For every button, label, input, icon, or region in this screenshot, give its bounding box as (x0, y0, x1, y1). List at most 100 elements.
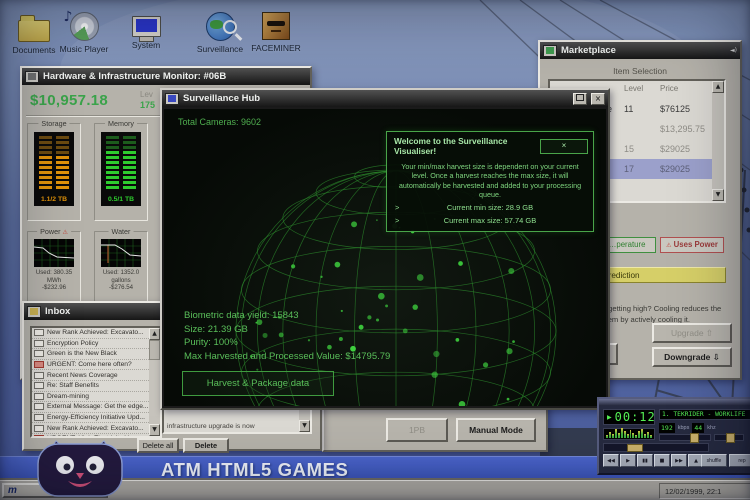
scroll-down-button[interactable]: ▼ (299, 420, 310, 432)
title-bar[interactable]: Marketplace ◄) (540, 42, 740, 59)
cd-music-icon (70, 12, 99, 41)
volume-slider[interactable] (659, 434, 711, 441)
visualizer-bar (627, 434, 629, 438)
list-item[interactable]: Encryption Policy (32, 339, 149, 350)
capacity-segment (106, 156, 119, 159)
list-item[interactable]: Recent News Coverage (32, 370, 149, 381)
samplerate-unit: khz (707, 425, 716, 431)
envelope-icon (34, 372, 44, 379)
list-item[interactable]: Green is the New Black (32, 349, 149, 360)
list-item[interactable]: URGENT: Come here often? (32, 360, 149, 371)
capacity-segment (39, 156, 52, 159)
capacity-segment (106, 176, 119, 179)
desktop-icon-music-player[interactable]: Music Player (52, 12, 116, 54)
list-item[interactable]: Re: Staff Benefits (32, 381, 149, 392)
mode-window: 1PB Manual Mode (322, 404, 548, 452)
water-cost: -$276.54 (95, 284, 147, 292)
scroll-up-button[interactable]: ▲ (712, 81, 724, 93)
desktop-icon-system[interactable]: System (114, 12, 178, 50)
water-used: Used: 1352.0 gallons (95, 269, 147, 284)
desktop-icon-faceminer[interactable]: FACEMINER (244, 12, 308, 53)
player-toggle[interactable]: shuffle (701, 454, 727, 467)
list-item[interactable]: URGENT: High Electricity Usage (32, 434, 149, 436)
player-title-bar[interactable] (599, 399, 750, 406)
level-column-header: Level (624, 84, 660, 93)
capacity-segment (39, 181, 52, 184)
player-button[interactable]: ▮▮ (637, 454, 653, 467)
capacity-segment (123, 141, 136, 144)
list-item[interactable]: Dream-mining (32, 392, 149, 403)
uses-power-tag: ⚠ Uses Power (660, 237, 724, 253)
player-button[interactable]: ◀◀ (603, 454, 619, 467)
screen: Documents Music Player System Surveillan… (0, 0, 750, 500)
transport-controls: ◀◀▶▮▮■▶▶▲ (603, 454, 704, 467)
scroll-down-button[interactable]: ▼ (149, 424, 160, 436)
track-title: 1. TEKRIDER - WORKLIFE (3:4 (659, 409, 750, 420)
title-bar[interactable]: Surveillance Hub × (162, 90, 608, 107)
capacity-segment (39, 186, 52, 189)
scrollbar[interactable]: ▲ ▼ (712, 81, 724, 201)
visualizer-bar (641, 429, 643, 438)
disabled-mode-button[interactable]: 1PB (386, 418, 448, 442)
player-toggle[interactable]: rep (729, 454, 750, 467)
email-subject: New Rank Achieved: Excavato... (47, 425, 144, 432)
envelope-icon (34, 393, 44, 400)
scrollbar[interactable]: ▲ ▼ (149, 328, 160, 436)
delete-button[interactable]: Delete (183, 438, 229, 453)
visualizer-bar (647, 432, 649, 438)
speaker-icon[interactable]: ◄) (730, 47, 737, 54)
capacity-segment (123, 171, 136, 174)
email-subject: External Message: Get the edge... (47, 403, 149, 410)
storage-value: 1.1/2 TB (41, 196, 67, 203)
scroll-up-button[interactable]: ▲ (149, 328, 160, 340)
balance-slider[interactable] (714, 434, 744, 441)
visualizer-bar (609, 432, 611, 438)
harvest-stats: Biometric data yield: 15843 Size: 21.39 … (184, 309, 390, 363)
restore-button[interactable] (573, 93, 587, 105)
envelope-icon (34, 361, 44, 368)
email-subject: Encryption Policy (47, 340, 98, 347)
camera-dot (459, 401, 466, 406)
visualizer-bar (644, 434, 646, 438)
surveillance-hub-window: Surveillance Hub × Total Cameras: 9602 W… (160, 88, 610, 410)
visualizer-bar (615, 429, 617, 438)
capacity-segment (106, 161, 119, 164)
dialog-close-button[interactable]: × (540, 139, 588, 154)
warning-icon: ⚠ (62, 229, 67, 236)
player-toggles: shufflerep (701, 454, 750, 467)
min-size-value: Current min size: 28.9 GB (447, 203, 533, 212)
taskbar-clock: 12/02/1999, 22:1 (659, 483, 750, 499)
capacity-segment (56, 166, 69, 169)
close-button[interactable]: × (591, 93, 605, 105)
list-item[interactable]: New Rank Achieved: Excavato... (32, 328, 149, 339)
list-item[interactable]: New Rank Achieved: Excavato... (32, 423, 149, 434)
harvest-package-button[interactable]: Harvest & Package data (182, 371, 334, 396)
desktop-icon-surveillance[interactable]: Surveillance (188, 12, 252, 54)
media-player-window: ▶ 00:12 1. TEKRIDER - WORKLIFE (3:4 192 … (597, 397, 750, 475)
seek-bar[interactable] (603, 443, 709, 452)
downgrade-button[interactable]: Downgrade ⇩ (652, 347, 732, 367)
welcome-dialog: Welcome to the Surveillance Visualiser! … (386, 131, 594, 232)
prompt-char: > (395, 203, 399, 212)
player-button[interactable]: ■ (654, 454, 670, 467)
title-bar[interactable]: Hardware & Infrastructure Monitor: #06B (22, 68, 310, 85)
upgrade-button[interactable]: Upgrade ⇧ (652, 323, 732, 343)
list-item[interactable]: External Message: Get the edge... (32, 402, 149, 413)
water-chart (101, 239, 141, 267)
envelope-icon (34, 425, 44, 432)
scrollbar-thumb[interactable] (149, 340, 160, 360)
camera-dot (458, 261, 463, 266)
visualizer-bar (621, 428, 623, 438)
capacity-segment (39, 141, 52, 144)
list-item[interactable]: Energy-Efficiency Initiative Upd... (32, 413, 149, 424)
manual-mode-button[interactable]: Manual Mode (456, 418, 536, 442)
delete-all-button[interactable]: Delete all (137, 438, 179, 453)
capacity-segment (106, 136, 119, 139)
capacity-segment (56, 181, 69, 184)
total-cameras: Total Cameras: 9602 (178, 117, 261, 127)
scroll-down-button[interactable]: ▼ (712, 189, 724, 201)
player-button[interactable]: ▶ (620, 454, 636, 467)
visualizer-bar (650, 435, 652, 438)
storage-bars: 1.1/2 TB (34, 132, 74, 206)
player-button[interactable]: ▶▶ (671, 454, 687, 467)
